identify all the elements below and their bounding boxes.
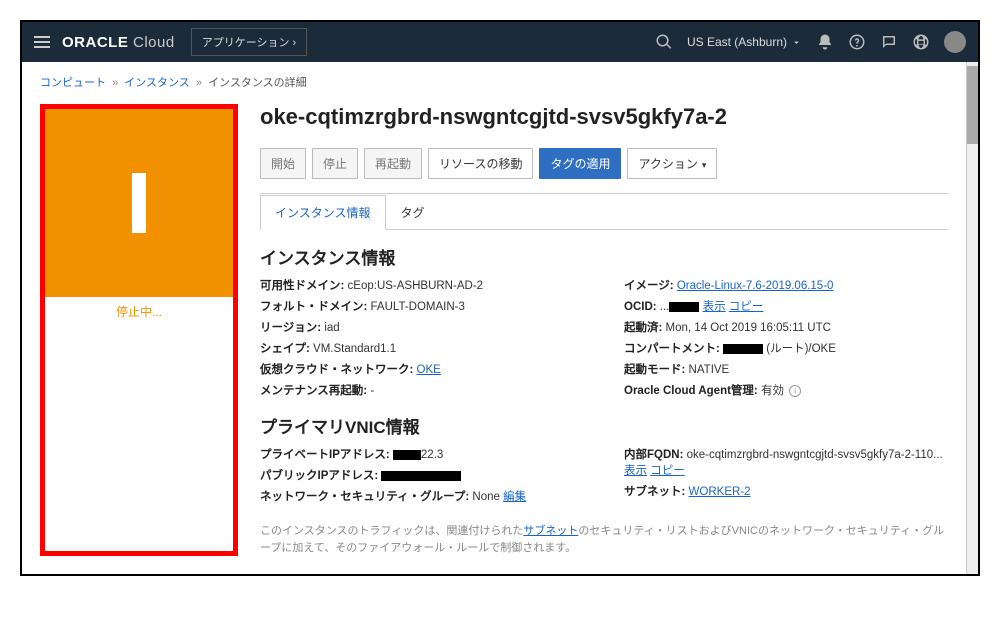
image-link[interactable]: Oracle-Linux-7.6-2019.06.15-0 xyxy=(677,280,834,292)
public-ip-redacted xyxy=(381,471,461,481)
fqdn-label: 内部FQDN: xyxy=(624,449,683,461)
ocid-show-link[interactable]: 表示 xyxy=(703,301,726,313)
move-resource-button[interactable]: リソースの移動 xyxy=(428,148,533,179)
section-instance-info-heading: インスタンス情報 xyxy=(260,244,948,269)
tab-instance-info[interactable]: インスタンス情報 xyxy=(260,195,386,230)
maintenance-label: メンテナンス再起動: xyxy=(260,385,367,397)
status-square xyxy=(45,109,233,297)
compartment-label: コンパートメント: xyxy=(624,343,720,355)
info-icon[interactable]: i xyxy=(789,385,801,397)
private-ip-redacted xyxy=(393,450,421,460)
shape-value: VM.Standard1.1 xyxy=(313,343,396,355)
launch-mode-value: NATIVE xyxy=(689,364,730,376)
launch-mode-label: 起動モード: xyxy=(624,364,685,376)
ocid-copy-link[interactable]: コピー xyxy=(729,301,764,313)
region-value: iad xyxy=(324,322,339,334)
breadcrumb-compute[interactable]: コンピュート xyxy=(40,77,106,89)
region-selector[interactable]: US East (Ashburn) xyxy=(687,35,802,49)
fqdn-value: oke-cqtimzrgbrd-nswgntcgjtd-svsv5gkfy7a-… xyxy=(687,449,943,461)
brand-logo: ORACLE Cloud xyxy=(62,34,175,51)
cloud-agent-value: 有効 xyxy=(761,385,784,397)
launched-label: 起動済: xyxy=(624,322,662,334)
help-icon[interactable] xyxy=(848,33,866,51)
instance-status-card: 停止中... xyxy=(40,104,238,556)
start-button[interactable]: 開始 xyxy=(260,148,306,179)
scroll-thumb[interactable] xyxy=(967,66,978,144)
private-ip-suffix: 22.3 xyxy=(421,449,443,461)
image-label: イメージ: xyxy=(624,280,674,292)
breadcrumb-instances[interactable]: インスタンス xyxy=(124,77,190,89)
region-label: リージョン: xyxy=(260,322,321,334)
shape-label: シェイプ: xyxy=(260,343,310,355)
footnote-subnet-link[interactable]: サブネット xyxy=(523,525,578,537)
globe-icon[interactable] xyxy=(912,33,930,51)
nsg-label: ネットワーク・セキュリティ・グループ: xyxy=(260,491,469,503)
vcn-link[interactable]: OKE xyxy=(417,364,441,376)
compartment-redacted xyxy=(723,344,763,354)
menu-icon[interactable] xyxy=(34,36,50,48)
tab-row: インスタンス情報 タグ xyxy=(260,193,948,230)
status-label: 停止中... xyxy=(45,297,233,330)
action-bar: 開始 停止 再起動 リソースの移動 タグの適用 アクション▾ xyxy=(260,148,948,179)
fqdn-show-link[interactable]: 表示 xyxy=(624,465,647,477)
availability-domain-label: 可用性ドメイン: xyxy=(260,280,344,292)
compartment-suffix: (ルート)/OKE xyxy=(763,343,836,355)
footnote-text: このインスタンスのトラフィックは、関連付けられたサブネットのセキュリティ・リスト… xyxy=(260,523,948,556)
applications-button[interactable]: アプリケーション › xyxy=(191,28,308,56)
section-primary-vnic-heading: プライマリVNIC情報 xyxy=(260,413,948,438)
ocid-label: OCID: xyxy=(624,301,657,313)
subnet-link[interactable]: WORKER-2 xyxy=(689,486,751,498)
fault-domain-value: FAULT-DOMAIN-3 xyxy=(371,301,465,313)
public-ip-label: パブリックIPアドレス: xyxy=(260,470,378,482)
stop-button[interactable]: 停止 xyxy=(312,148,358,179)
fault-domain-label: フォルト・ドメイン: xyxy=(260,301,367,313)
vcn-label: 仮想クラウド・ネットワーク: xyxy=(260,364,413,376)
maintenance-value: - xyxy=(370,385,374,397)
fqdn-copy-link[interactable]: コピー xyxy=(650,465,685,477)
user-avatar-icon[interactable] xyxy=(944,31,966,53)
breadcrumb: コンピュート » インスタンス » インスタンスの詳細 xyxy=(40,74,948,90)
nsg-value: None xyxy=(472,491,500,503)
tab-tags[interactable]: タグ xyxy=(386,195,440,230)
ocid-redacted xyxy=(669,302,699,312)
reboot-button[interactable]: 再起動 xyxy=(364,148,422,179)
pause-icon xyxy=(132,173,146,233)
page-title: oke-cqtimzrgbrd-nswgntcgjtd-svsv5gkfy7a-… xyxy=(260,104,948,130)
scrollbar[interactable] xyxy=(966,62,978,574)
chat-icon[interactable] xyxy=(880,33,898,51)
availability-domain-value: cEop:US-ASHBURN-AD-2 xyxy=(348,280,483,292)
search-icon[interactable] xyxy=(655,33,673,51)
actions-dropdown[interactable]: アクション▾ xyxy=(627,148,717,179)
private-ip-label: プライベートIPアドレス: xyxy=(260,449,390,461)
top-navigation-bar: ORACLE Cloud アプリケーション › US East (Ashburn… xyxy=(22,22,978,62)
apply-tags-button[interactable]: タグの適用 xyxy=(539,148,621,179)
cloud-agent-label: Oracle Cloud Agent管理: xyxy=(624,385,758,397)
subnet-label: サブネット: xyxy=(624,486,685,498)
notification-icon[interactable] xyxy=(816,33,834,51)
nsg-edit-link[interactable]: 編集 xyxy=(503,491,526,503)
launched-value: Mon, 14 Oct 2019 16:05:11 UTC xyxy=(666,322,831,334)
breadcrumb-current: インスタンスの詳細 xyxy=(208,77,307,89)
